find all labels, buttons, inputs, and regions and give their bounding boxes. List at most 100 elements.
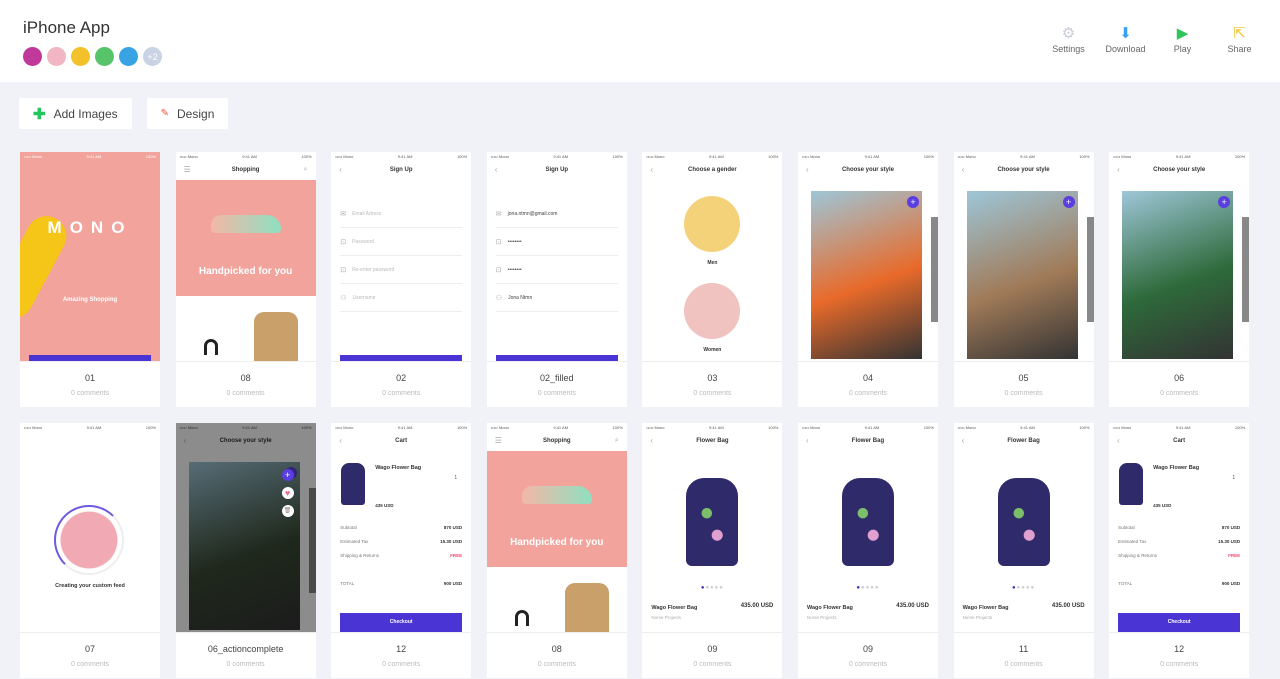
product-brand: Norse Projects: [651, 615, 681, 620]
screen-card[interactable]: ••••• Mono9:41 AM100%‹Choose your style+…: [1109, 152, 1250, 407]
gender-option[interactable]: Women: [684, 283, 741, 353]
logo: MONO: [47, 218, 133, 237]
card-meta: 07 0 comments: [20, 633, 160, 668]
battery: 100%: [923, 154, 934, 159]
comment-count[interactable]: 0 comments: [176, 390, 316, 397]
carrier: ••••• Mono: [335, 154, 354, 159]
design-button[interactable]: ✎ Design: [146, 98, 229, 129]
screen-card[interactable]: ••••• Mono 9:41 AM 100% ‹ Flower Bag ●●●●● Wag…: [797, 423, 938, 678]
screen-card[interactable]: ••••• Mono 9:41 AM 100% ‹ Sign Up ✉ jona.ntmn@…: [486, 152, 627, 407]
screen-card[interactable]: ••••• Mono 9:41 AM 100% ☰ Shopping ⌕ Handpicke…: [175, 152, 316, 407]
screen-card[interactable]: ••••• Mono 9:41 AM 100% ‹ Cart Wago Flower Ba…: [331, 423, 472, 678]
checkout-button[interactable]: Checkout: [340, 613, 463, 632]
style-photo[interactable]: +: [810, 191, 922, 359]
screen-card[interactable]: ••••• Mono 9:41 AM 100% ☰ Shopping ⌕ Handpicke…: [486, 423, 627, 678]
clock: 9:41 AM: [1020, 154, 1035, 159]
comment-count[interactable]: 0 comments: [954, 661, 1094, 668]
comment-count[interactable]: 0 comments: [331, 661, 471, 668]
form-field[interactable]: ⚇ Jona Ntmn: [495, 284, 618, 312]
share-button[interactable]: ⇱ Share: [1211, 24, 1268, 54]
screen-card[interactable]: ••••• Mono 9:41 AM 100% ‹ Choose a gender Men…: [642, 152, 783, 407]
delete-icon[interactable]: 🗑: [281, 505, 294, 517]
like-icon[interactable]: ♥: [281, 487, 294, 499]
comment-count[interactable]: 0 comments: [176, 661, 316, 668]
clock: 9:41 AM: [242, 154, 257, 159]
screen-title: Shopping: [231, 167, 260, 173]
carrier: ••••• Mono: [335, 425, 354, 430]
add-icon[interactable]: +: [1062, 196, 1075, 208]
comment-count[interactable]: 0 comments: [20, 661, 160, 668]
gender-option[interactable]: Men: [684, 196, 741, 266]
download-button[interactable]: ⬇ Download: [1097, 24, 1154, 54]
back-icon[interactable]: ‹: [806, 431, 809, 451]
search-icon[interactable]: ⌕: [615, 431, 619, 451]
back-icon[interactable]: ‹: [339, 431, 342, 451]
form-field[interactable]: ⊡ Password: [340, 228, 463, 256]
form-field[interactable]: ✉ Email Adress: [340, 200, 463, 228]
form-field[interactable]: ⊡ ••••••••: [495, 256, 618, 284]
add-icon[interactable]: +: [281, 469, 294, 481]
screen-card[interactable]: ••••• Mono 9:41 AM 100% MONO Amazing Shoppin…: [20, 152, 160, 407]
avatar[interactable]: +2: [143, 47, 162, 66]
search-icon[interactable]: ⌕: [304, 160, 308, 180]
back-icon[interactable]: ☰: [495, 431, 502, 451]
comment-count[interactable]: 0 comments: [487, 661, 627, 668]
settings-button[interactable]: ⚙ Settings: [1040, 24, 1097, 54]
field-value: Password: [352, 238, 375, 245]
add-images-button[interactable]: ✚ Add Images: [19, 98, 132, 129]
clock: 9:41 AM: [397, 425, 413, 430]
avatar[interactable]: [47, 47, 66, 66]
back-icon[interactable]: ‹: [650, 160, 653, 180]
style-photo[interactable]: +: [1122, 191, 1234, 359]
screen-card[interactable]: ••••• Mono 9:41 AM 100% ‹ Cart Wago Flower Ba…: [1109, 423, 1250, 678]
quantity-stepper[interactable]: 1: [1232, 475, 1235, 481]
avatar[interactable]: [119, 47, 138, 66]
comment-count[interactable]: 0 comments: [798, 390, 938, 397]
screen-card[interactable]: ••••• Mono 9:41 AM 100% ‹ Flower Bag ●●●●● Wag…: [953, 423, 1094, 678]
form-field[interactable]: ⚇ Username: [340, 284, 463, 312]
screen-card[interactable]: ••••• Mono 9:41 AM 100% ‹ Flower Bag ●●●●● Wag…: [642, 423, 783, 678]
back-icon[interactable]: ‹: [962, 160, 965, 180]
comment-count[interactable]: 0 comments: [642, 661, 782, 668]
gender-photo: [684, 283, 741, 339]
screen-card[interactable]: ••••• Mono 9:41 AM 100% ‹ Sign Up ✉ Email Adre…: [331, 152, 472, 407]
back-icon[interactable]: ‹: [650, 431, 653, 451]
back-icon[interactable]: ‹: [1117, 431, 1120, 451]
comment-count[interactable]: 0 comments: [798, 661, 938, 668]
back-icon[interactable]: ‹: [962, 431, 965, 451]
get-started-button[interactable]: [29, 355, 151, 361]
add-icon[interactable]: +: [906, 196, 919, 208]
avatar[interactable]: [71, 47, 90, 66]
quantity-stepper[interactable]: 1: [454, 475, 457, 481]
submit-button[interactable]: [340, 355, 463, 361]
back-icon[interactable]: ‹: [339, 160, 342, 180]
screen-card[interactable]: ••••• Mono9:41 AM100%‹Choose your style+…: [797, 152, 938, 407]
comment-count[interactable]: 0 comments: [1109, 390, 1249, 397]
play-button[interactable]: ▶ Play: [1154, 24, 1211, 54]
comment-count[interactable]: 0 comments: [487, 390, 627, 397]
back-icon[interactable]: ‹: [1117, 160, 1120, 180]
gender-label: Men: [707, 260, 718, 266]
comment-count[interactable]: 0 comments: [331, 390, 471, 397]
form-field[interactable]: ⊡ Re-enter password: [340, 256, 463, 284]
back-icon[interactable]: ‹: [495, 160, 498, 180]
comment-count[interactable]: 0 comments: [954, 390, 1094, 397]
checkout-button[interactable]: Checkout: [1118, 613, 1241, 632]
screen-card[interactable]: ••••• Mono9:41 AM100%‹Choose your style+…: [175, 423, 316, 678]
screen-card[interactable]: ••••• Mono 9:41 AM 100% Creating your custo…: [20, 423, 160, 678]
comment-count[interactable]: 0 comments: [1109, 661, 1249, 668]
comment-count[interactable]: 0 comments: [642, 390, 782, 397]
clock: 9:41 AM: [708, 154, 724, 159]
screen-card[interactable]: ••••• Mono9:41 AM100%‹Choose your style+…: [953, 152, 1094, 407]
comment-count[interactable]: 0 comments: [20, 390, 160, 397]
back-icon[interactable]: ‹: [806, 160, 809, 180]
back-icon[interactable]: ☰: [184, 160, 191, 180]
style-photo[interactable]: +: [966, 191, 1078, 359]
avatar[interactable]: [23, 47, 42, 66]
add-icon[interactable]: +: [1218, 196, 1231, 208]
download-icon: ⬇: [1119, 25, 1132, 42]
submit-button[interactable]: [495, 355, 618, 361]
form-field[interactable]: ⊡ ••••••••: [495, 228, 618, 256]
avatar[interactable]: [95, 47, 114, 66]
form-field[interactable]: ✉ jona.ntmn@gmail.com: [495, 200, 618, 228]
